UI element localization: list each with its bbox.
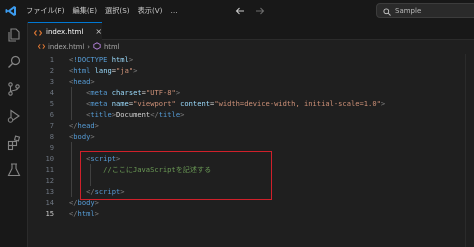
navigation-arrows (234, 5, 266, 17)
code-text: <html lang="ja"> (69, 66, 138, 75)
code-line[interactable]: 15 </html> (28, 208, 474, 219)
close-icon[interactable]: × (95, 27, 102, 36)
line-number: 8 (49, 132, 54, 141)
element-symbol-icon (93, 42, 101, 52)
activity-bar (0, 22, 28, 247)
code-text: <meta charset="UTF-8"> (86, 88, 181, 97)
code-text: <meta name="viewport" content="width=dev… (86, 99, 386, 108)
line-number: 7 (49, 121, 54, 130)
tab-index-html[interactable]: index.html × (28, 22, 102, 40)
line-number: 5 (49, 99, 54, 108)
menu-view[interactable]: 表示(V) (134, 0, 167, 22)
explorer-files-icon[interactable] (5, 26, 23, 44)
line-number: 10 (45, 154, 54, 163)
code-text: <title>Document</title> (86, 110, 185, 119)
search-text: Sample (395, 6, 422, 15)
overview-ruler[interactable] (465, 54, 474, 247)
code-line[interactable]: 6 <title>Document</title> (28, 109, 474, 120)
source-control-icon[interactable] (5, 80, 23, 98)
breadcrumb-separator: › (87, 43, 90, 51)
menu-bar: ファイル(F) 編集(E) 選択(S) 表示(V) … (22, 0, 182, 22)
line-number: 6 (49, 110, 54, 119)
line-number: 2 (49, 66, 54, 75)
line-number: 11 (45, 165, 54, 174)
code-line[interactable]: 2 <html lang="ja"> (28, 65, 474, 76)
search-icon (383, 1, 391, 20)
code-line[interactable]: 3 <head> (28, 76, 474, 87)
line-number: 4 (49, 88, 54, 97)
breadcrumb-element[interactable]: html (104, 43, 119, 51)
extensions-icon[interactable] (5, 134, 23, 152)
breadcrumb: index.html › html (28, 40, 474, 54)
html-file-icon (37, 43, 46, 52)
editor-tab-bar: index.html × (28, 22, 474, 40)
tab-label: index.html (46, 27, 84, 36)
vscode-logo-icon (0, 0, 22, 22)
line-number: 13 (45, 187, 54, 196)
highlight-annotation-box (80, 151, 272, 200)
line-number: 14 (45, 198, 54, 207)
code-text: <!DOCTYPE html> (69, 55, 134, 64)
title-bar: ファイル(F) 編集(E) 選択(S) 表示(V) … Sample (0, 0, 474, 22)
line-number: 3 (49, 77, 54, 86)
code-text: <head> (69, 77, 95, 86)
menu-file[interactable]: ファイル(F) (22, 0, 69, 22)
html-file-icon (33, 22, 43, 41)
line-number: 1 (49, 55, 54, 64)
code-line[interactable]: 1 <!DOCTYPE html> (28, 54, 474, 65)
code-text: <body> (69, 132, 95, 141)
menu-selection[interactable]: 選択(S) (101, 0, 134, 22)
code-editor[interactable]: 1 <!DOCTYPE html> 2 <html lang="ja"> 3 <head>… (28, 54, 474, 247)
breadcrumb-file[interactable]: index.html (48, 43, 84, 51)
back-arrow-icon[interactable] (234, 5, 246, 17)
command-center-search[interactable]: Sample (376, 3, 474, 18)
line-number: 12 (45, 176, 54, 185)
search-icon[interactable] (5, 53, 23, 71)
line-number: 9 (49, 143, 54, 152)
forward-arrow-icon[interactable] (254, 5, 266, 17)
menu-more[interactable]: … (166, 0, 181, 22)
line-number: 15 (45, 209, 54, 218)
code-text: </html> (69, 209, 99, 218)
menu-edit[interactable]: 編集(E) (69, 0, 102, 22)
testing-flask-icon[interactable] (5, 161, 23, 179)
code-text: </head> (69, 121, 99, 130)
code-line[interactable]: 5 <meta name="viewport" content="width=d… (28, 98, 474, 109)
code-line[interactable]: 7 </head> (28, 120, 474, 131)
code-line[interactable]: 8 <body> (28, 131, 474, 142)
run-debug-icon[interactable] (5, 107, 23, 125)
code-line[interactable]: 4 <meta charset="UTF-8"> (28, 87, 474, 98)
